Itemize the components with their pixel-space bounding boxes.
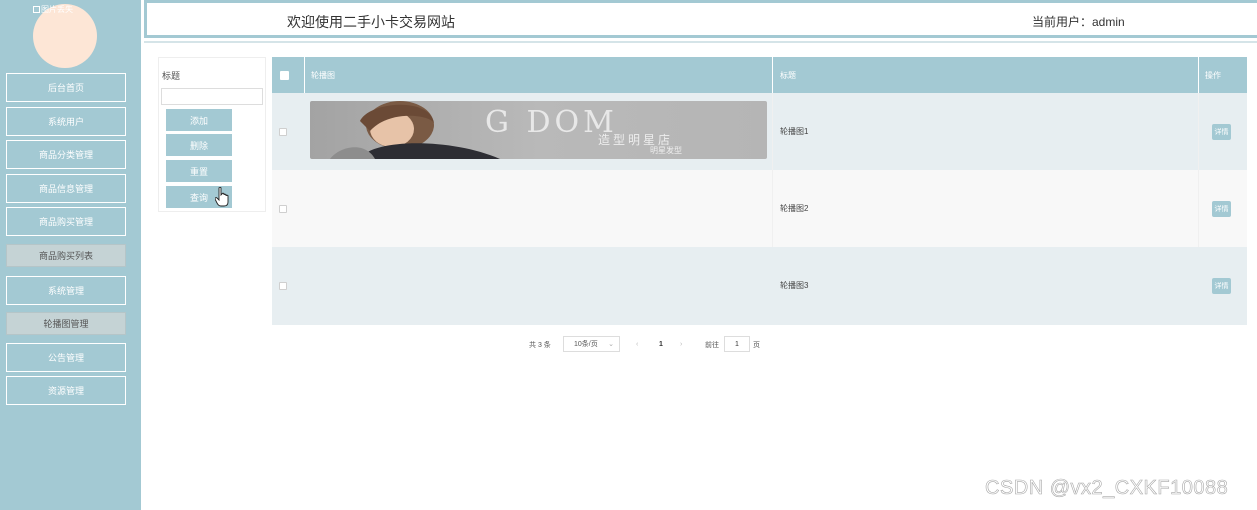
title-cell: 轮播图3	[780, 281, 809, 290]
image-cell	[305, 170, 773, 247]
row-select-cell	[272, 170, 305, 247]
sidebar-item-category-management[interactable]: 商品分类管理	[6, 140, 126, 169]
carousel-image: G DOM 造型明星店 明星发型	[310, 101, 767, 159]
image-cell	[305, 247, 773, 324]
column-header-title: 标题	[773, 57, 1199, 93]
sidebar-item-resources[interactable]: 资源管理	[6, 376, 126, 405]
goto-page-input[interactable]: 1	[724, 336, 750, 352]
pagination-total: 共 3 条	[529, 341, 551, 349]
column-header-image: 轮播图	[305, 57, 773, 93]
goto-suffix: 页	[753, 341, 760, 349]
action-cell: 详情	[1199, 93, 1247, 170]
goto-label: 前往	[705, 341, 719, 349]
sidebar-item-home[interactable]: 后台首页	[6, 73, 126, 102]
header-inner: 欢迎使用二手小卡交易网站 当前用户：admin	[146, 2, 1257, 36]
sidebar-item-system-users[interactable]: 系统用户	[6, 107, 126, 136]
site-title: 欢迎使用二手小卡交易网站	[287, 14, 455, 30]
sidebar-item-system-management[interactable]: 系统管理	[6, 276, 126, 305]
page-size-value: 10条/页	[574, 341, 598, 348]
image-cell: G DOM 造型明星店 明星发型	[272, 93, 773, 170]
sidebar-item-carousel-management[interactable]: 轮播图管理	[6, 312, 126, 335]
sidebar-item-announcements[interactable]: 公告管理	[6, 343, 126, 372]
page-number-current[interactable]: 1	[659, 337, 663, 352]
sidebar-item-product-management[interactable]: 商品信息管理	[6, 174, 126, 203]
delete-button[interactable]: 删除	[166, 134, 232, 156]
table-row: 轮播图3 详情	[272, 247, 1247, 325]
broken-image-icon: 图片丢失	[33, 4, 73, 15]
search-label: 标题	[162, 71, 181, 81]
page-size-select[interactable]: 10条/页 ⌄	[563, 336, 620, 352]
add-button[interactable]: 添加	[166, 109, 232, 131]
detail-button[interactable]: 详情	[1212, 123, 1231, 140]
action-cell: 详情	[1199, 170, 1247, 247]
title-cell: 轮播图1	[773, 93, 1199, 170]
title-cell: 轮播图2	[773, 170, 1199, 247]
table-row: G DOM 造型明星店 明星发型 轮播图1 详情	[272, 93, 1247, 170]
row-checkbox[interactable]	[279, 204, 287, 213]
prev-page-button[interactable]: ‹	[636, 337, 638, 352]
next-page-button[interactable]: ›	[680, 337, 682, 352]
avatar-alt-text: 图片丢失	[41, 5, 73, 14]
search-panel: 标题 添加 删除 重置 查询	[158, 57, 266, 212]
row-checkbox[interactable]	[279, 281, 287, 290]
column-header-actions: 操作	[1205, 70, 1221, 80]
current-user: 当前用户：admin	[1032, 15, 1125, 29]
reset-button[interactable]: 重置	[166, 160, 232, 182]
sidebar-item-purchase-list[interactable]: 商品购买列表	[6, 244, 126, 267]
sidebar-item-purchase-management[interactable]: 商品购买管理	[6, 207, 126, 236]
header-divider	[144, 41, 1257, 43]
banner-tagline: 明星发型	[650, 146, 682, 155]
select-all-cell	[272, 57, 305, 93]
row-select-cell	[272, 247, 305, 324]
select-all-checkbox[interactable]	[280, 70, 289, 80]
action-cell: 详情	[1199, 247, 1247, 324]
header: 欢迎使用二手小卡交易网站 当前用户：admin	[144, 0, 1257, 38]
hand-cursor-icon	[215, 187, 229, 207]
table-row: 轮播图2 详情	[272, 170, 1247, 247]
sidebar: 图片丢失 后台首页 系统用户 商品分类管理 商品信息管理 商品购买管理 商品购买…	[0, 0, 141, 510]
detail-button[interactable]: 详情	[1212, 277, 1231, 294]
chevron-down-icon: ⌄	[608, 341, 614, 348]
table-header: 轮播图 标题 操作	[272, 57, 1247, 93]
title-search-input[interactable]	[161, 88, 263, 105]
carousel-table: 轮播图 标题 操作 G DOM 造型明星店 明星发型 轮播图1 详情 轮播图2 …	[272, 57, 1247, 325]
watermark: CSDN @vx2_CXKF10088	[985, 477, 1229, 500]
detail-button[interactable]: 详情	[1212, 200, 1231, 217]
avatar-wrap: 图片丢失	[33, 4, 99, 68]
